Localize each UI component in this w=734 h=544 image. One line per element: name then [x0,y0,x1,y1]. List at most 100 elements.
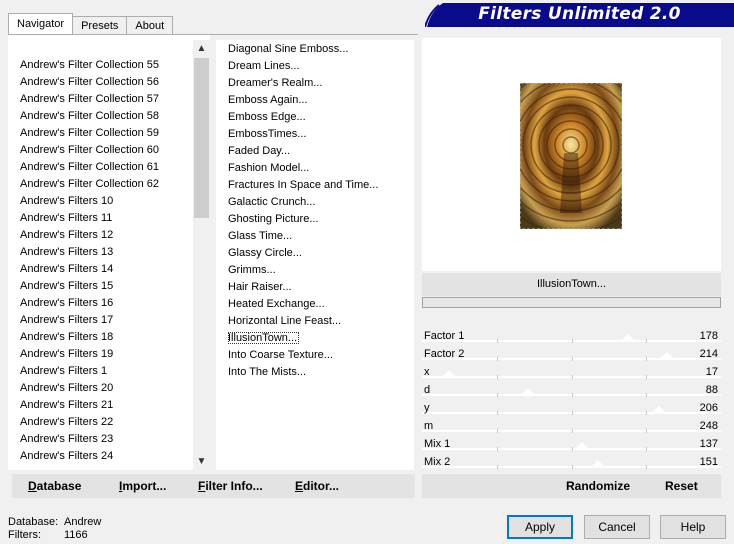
filters-count: 1166 [64,529,88,541]
category-item[interactable]: Andrew's Filter Collection 56 [20,74,159,91]
category-item[interactable]: Andrew's Filters 16 [20,295,159,312]
randomize-button[interactable]: Randomize [566,479,630,493]
slider-tick [646,447,647,451]
slider-thumb[interactable] [660,352,674,359]
selected-filter-name: IllusionTown... [422,273,721,296]
category-item[interactable]: Andrew's Filters 17 [20,312,159,329]
category-scrollbar[interactable]: ▲ ▼ [193,40,210,470]
category-item[interactable]: Andrew's Filter Collection 55 [20,57,159,74]
apply-button[interactable]: Apply [507,515,573,539]
slider-tick [572,357,573,361]
category-item[interactable]: Andrew's Filters 15 [20,278,159,295]
filter-info-button[interactable]: Filter Info... [198,479,263,493]
filter-item[interactable]: Diagonal Sine Emboss... [228,41,378,58]
filter-item[interactable]: Hair Raiser... [228,279,378,296]
category-item[interactable]: Andrew's Filter Collection 57 [20,91,159,108]
filter-item[interactable]: Heated Exchange... [228,296,378,313]
category-item[interactable]: Andrew's Filter Collection 60 [20,142,159,159]
category-item[interactable]: Andrew's Filters 13 [20,244,159,261]
category-item[interactable]: Andrew's Filters 12 [20,227,159,244]
category-item[interactable]: Andrew's Filters 21 [20,397,159,414]
param-value: 248 [699,420,718,432]
param-row: x 17 [422,364,721,382]
slider-thumb[interactable] [575,442,589,449]
filters-label: Filters: [8,529,41,541]
filter-item[interactable]: Emboss Edge... [228,109,378,126]
filter-item[interactable]: EmbossTimes... [228,126,378,143]
param-name: m [424,420,434,432]
database-button[interactable]: Database [28,479,81,493]
slider-thumb[interactable] [591,460,605,467]
tab-presets[interactable]: Presets [72,16,128,35]
filter-item[interactable]: Dream Lines... [228,58,378,75]
param-name: Mix 1 [424,438,451,450]
slider-tick [646,375,647,379]
filter-item[interactable]: IllusionTown... [228,330,378,347]
param-name: Factor 1 [424,330,465,342]
category-item[interactable]: Andrew's Filters 20 [20,380,159,397]
database-label: Database: [8,516,59,528]
category-item[interactable]: Andrew's Filters 14 [20,261,159,278]
filter-item-label: Fractures In Space and Time... [228,179,379,191]
filter-item-label: Emboss Again... [228,94,308,106]
filter-list[interactable]: Diagonal Sine Emboss... Dream Lines... Dre… [216,40,414,470]
filter-item[interactable]: Emboss Again... [228,92,378,109]
slider-tick [646,357,647,361]
slider-tick [497,447,498,451]
filter-item[interactable]: Faded Day... [228,143,378,160]
slider-thumb[interactable] [521,388,535,395]
filter-item-label: Dream Lines... [228,60,300,72]
param-value: 178 [699,330,718,342]
slider-tick [497,465,498,469]
category-item[interactable]: Andrew's Filter Collection 62 [20,176,159,193]
slider-tick [497,339,498,343]
filter-item[interactable]: Dreamer's Realm... [228,75,378,92]
reset-button[interactable]: Reset [665,479,698,493]
slider-thumb[interactable] [621,334,635,341]
category-item[interactable]: Andrew's Filters 19 [20,346,159,363]
slider-tick [497,411,498,415]
filter-item[interactable]: Grimms... [228,262,378,279]
scroll-up-icon[interactable]: ▲ [193,40,210,57]
filter-item[interactable]: Horizontal Line Feast... [228,313,378,330]
tab-about[interactable]: About [126,16,174,35]
filter-item[interactable]: Fractures In Space and Time... [228,177,378,194]
filter-item-label: Fashion Model... [228,162,310,174]
category-item[interactable]: Andrew's Filters 18 [20,329,159,346]
category-item[interactable]: Andrew's Filter Collection 58 [20,108,159,125]
slider-tick [572,429,573,433]
category-item[interactable]: Andrew's Filters 10 [20,193,159,210]
filter-item[interactable]: Glassy Circle... [228,245,378,262]
filter-item[interactable]: Into The Mists... [228,364,378,381]
param-value: 137 [699,438,718,450]
filter-item[interactable]: Galactic Crunch... [228,194,378,211]
help-button[interactable]: Help [660,515,726,539]
category-item[interactable]: Andrew's Filters 11 [20,210,159,227]
param-name: x [424,366,430,378]
param-row: Factor 1 178 [422,328,721,346]
cancel-button[interactable]: Cancel [584,515,650,539]
category-list[interactable]: Andrew's Filter Collection 55 Andrew's Fi… [8,35,210,470]
scroll-down-icon[interactable]: ▼ [193,453,210,470]
filter-item[interactable]: Fashion Model... [228,160,378,177]
filter-item-label: Dreamer's Realm... [228,77,323,89]
scroll-thumb[interactable] [194,58,209,218]
import-button[interactable]: Import... [119,479,166,493]
category-item[interactable]: Andrew's Filter Collection 59 [20,125,159,142]
category-item[interactable]: Andrew's Filters 22 [20,414,159,431]
slider-tick [572,447,573,451]
filter-item-label: Ghosting Picture... [228,213,319,225]
category-item[interactable]: Andrew's Filters 23 [20,431,159,448]
slider-thumb[interactable] [442,370,456,377]
filter-item[interactable]: Glass Time... [228,228,378,245]
category-item[interactable]: Andrew's Filters 1 [20,363,159,380]
param-name: Mix 2 [424,456,451,468]
tab-navigator[interactable]: Navigator [8,13,74,35]
filter-item[interactable]: Ghosting Picture... [228,211,378,228]
slider-thumb[interactable] [652,406,666,413]
editor-button[interactable]: Editor... [295,479,339,493]
preview-pane [422,38,721,271]
category-item[interactable]: Andrew's Filter Collection 61 [20,159,159,176]
category-item[interactable]: Andrew's Filters 24 [20,448,159,465]
filter-item[interactable]: Into Coarse Texture... [228,347,378,364]
